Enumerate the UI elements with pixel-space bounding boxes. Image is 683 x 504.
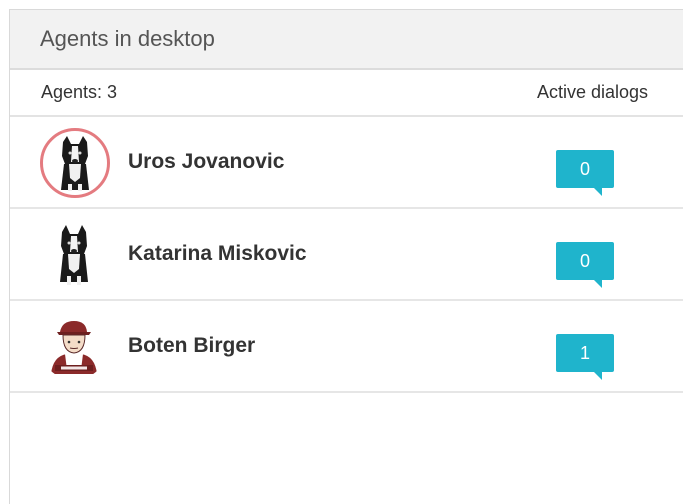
avatar [40, 128, 110, 198]
avatar [40, 220, 108, 288]
active-dialogs-header: Active dialogs [536, 82, 648, 102]
panel-header: Agents in desktop [10, 10, 683, 70]
border-collie-dog-icon [61, 136, 89, 191]
active-dialogs-badge[interactable]: 0 [556, 242, 614, 288]
avatar [40, 312, 108, 380]
agent-name[interactable]: Katarina Miskovic [128, 242, 307, 266]
agent-name[interactable]: Boten Birger [128, 334, 255, 358]
agent-name[interactable]: Uros Jovanovic [128, 150, 284, 174]
column-header: Agents: 3 Active dialogs [10, 70, 683, 117]
agent-row[interactable]: Boten Birger 1 [10, 301, 683, 393]
active-dialogs-count: 1 [579, 342, 590, 363]
agent-row[interactable]: Uros Jovanovic 0 [10, 117, 683, 209]
active-dialogs-badge[interactable]: 1 [556, 334, 614, 380]
agents-count: Agents: 3 [41, 82, 118, 102]
active-dialogs-count: 0 [579, 158, 590, 179]
active-dialogs-badge[interactable]: 0 [556, 150, 614, 196]
agent-row[interactable]: Katarina Miskovic 0 [10, 209, 683, 301]
border-collie-dog-icon [60, 225, 88, 285]
panel-title: Agents in desktop [40, 26, 215, 51]
bot-character-icon [51, 321, 97, 374]
active-dialogs-count: 0 [579, 250, 590, 271]
agents-panel: Agents in desktop Agents: 3 Active dialo… [9, 9, 683, 504]
